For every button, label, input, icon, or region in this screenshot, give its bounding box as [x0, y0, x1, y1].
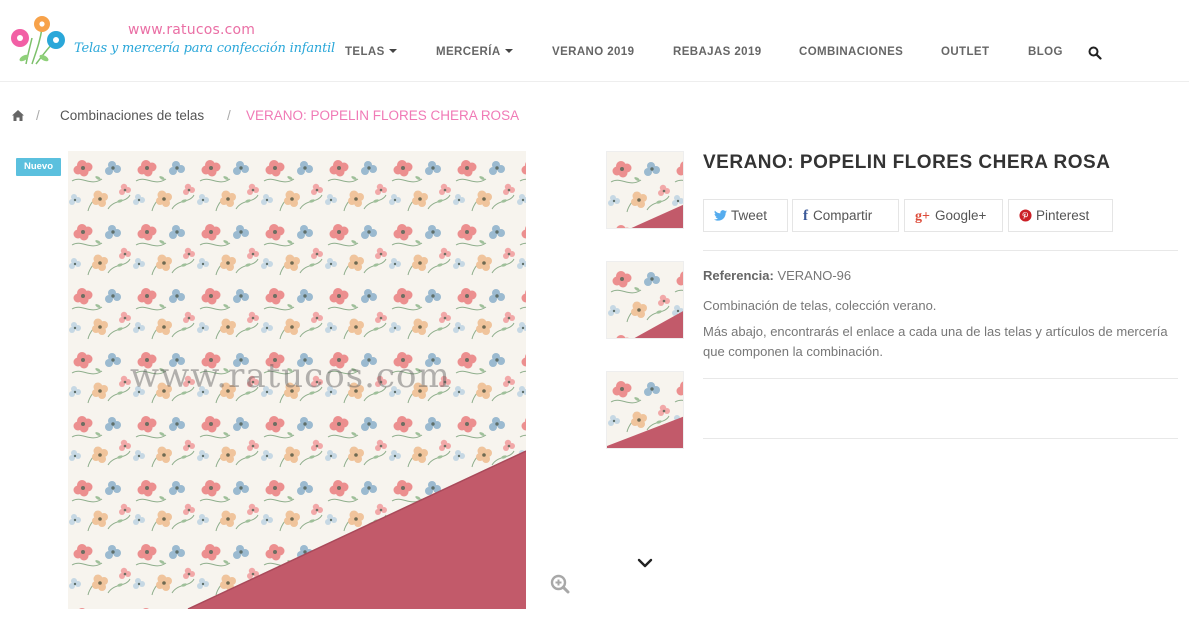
product-thumbnail-2[interactable] — [606, 261, 684, 339]
facebook-icon: f — [803, 208, 808, 224]
nav-item-label: VERANO 2019 — [552, 46, 635, 58]
product-description-short: Combinación de telas, colección verano. — [703, 298, 937, 313]
caret-down-icon — [504, 48, 513, 53]
home-icon[interactable] — [11, 109, 25, 122]
nav-item-combinaciones[interactable]: COMBINACIONES — [799, 46, 903, 58]
caret-down-icon — [388, 48, 397, 53]
nav-item-merceria[interactable]: MERCERÍA — [436, 46, 513, 58]
facebook-share-label: Compartir — [813, 208, 873, 223]
google-plus-icon: g+ — [915, 209, 930, 224]
google-plus-label: Google+ — [934, 208, 987, 223]
divider — [703, 250, 1178, 251]
logo-tagline: Telas y mercería para confección infanti… — [74, 41, 336, 56]
pinterest-share-button[interactable]: Pinterest — [1008, 199, 1113, 232]
facebook-share-button[interactable]: f Compartir — [792, 199, 899, 232]
flowers-logo-icon — [11, 16, 65, 65]
product-title: VERANO: POPELIN FLORES CHERA ROSA — [703, 152, 1111, 173]
new-badge: Nuevo — [16, 158, 61, 176]
nav-item-label: TELAS — [345, 46, 385, 58]
product-thumbnail-3[interactable] — [606, 371, 684, 449]
nav-item-blog[interactable]: BLOG — [1028, 46, 1063, 58]
watermark-text: www.ratucos.com — [130, 356, 451, 396]
divider — [703, 378, 1178, 379]
breadcrumb-link-combinaciones[interactable]: Combinaciones de telas — [60, 108, 204, 123]
tweet-label: Tweet — [731, 208, 768, 223]
reference-label: Referencia: — [703, 268, 774, 283]
site-logo[interactable]: www.ratucos.com Telas y mercería para co… — [8, 14, 335, 68]
thumbnail-image — [607, 372, 683, 448]
pinterest-icon — [1019, 209, 1032, 222]
nav-item-telas[interactable]: TELAS — [345, 46, 397, 58]
search-icon[interactable] — [1088, 46, 1102, 60]
nav-item-label: COMBINACIONES — [799, 46, 904, 58]
breadcrumb-separator: / — [36, 108, 40, 123]
chevron-down-icon[interactable] — [636, 556, 654, 570]
nav-item-label: MERCERÍA — [436, 46, 501, 58]
product-main-image[interactable]: www.ratucos.com — [68, 151, 526, 609]
twitter-icon — [714, 210, 727, 221]
nav-item-verano-2019[interactable]: VERANO 2019 — [552, 46, 634, 58]
product-description-long: Más abajo, encontrarás el enlace a cada … — [703, 324, 1168, 359]
tweet-button[interactable]: Tweet — [703, 199, 788, 232]
nav-item-label: OUTLET — [941, 46, 990, 58]
reference-value: VERANO-96 — [777, 268, 852, 283]
product-thumbnail-1[interactable] — [606, 151, 684, 229]
zoom-in-icon[interactable] — [550, 574, 570, 594]
breadcrumb-current: VERANO: POPELIN FLORES CHERA ROSA — [246, 108, 520, 123]
nav-item-rebajas-2019[interactable]: REBAJAS 2019 — [673, 46, 762, 58]
nav-item-label: BLOG — [1028, 46, 1063, 58]
thumbnail-image — [607, 152, 683, 228]
nav-item-label: REBAJAS 2019 — [673, 46, 762, 58]
thumbnail-image — [607, 262, 683, 338]
product-reference: Referencia: VERANO-96 — [703, 268, 851, 283]
nav-item-outlet[interactable]: OUTLET — [941, 46, 989, 58]
site-header: www.ratucos.com Telas y mercería para co… — [0, 0, 1189, 82]
google-plus-share-button[interactable]: g+ Google+ — [904, 199, 1003, 232]
breadcrumb-separator: / — [227, 108, 231, 123]
logo-url-text: www.ratucos.com — [128, 22, 256, 38]
divider — [703, 438, 1178, 439]
pinterest-label: Pinterest — [1036, 208, 1090, 223]
